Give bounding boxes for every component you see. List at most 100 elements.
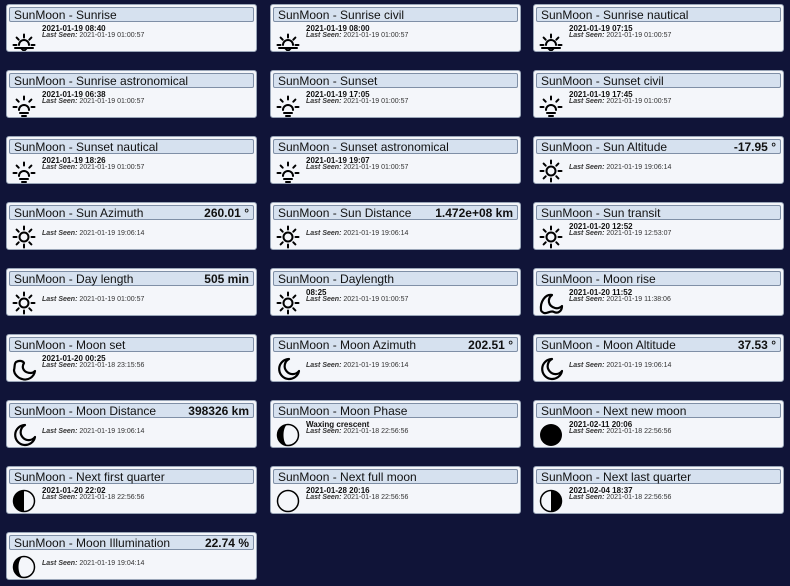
tile-header[interactable]: SunMoon - Sunrise nautical	[536, 7, 781, 22]
tile-header[interactable]: SunMoon - Sun transit	[536, 205, 781, 220]
last-seen: Last Seen: 2021-01-18 23:15:56	[42, 362, 144, 369]
tile-header[interactable]: SunMoon - Daylength	[273, 271, 518, 286]
moon-icon	[538, 356, 564, 381]
tile-header[interactable]: SunMoon - Moon rise	[536, 271, 781, 286]
tile-moon-distance[interactable]: SunMoon - Moon Distance 398326 km Last S…	[6, 400, 257, 448]
tile-header[interactable]: SunMoon - Next new moon	[536, 403, 781, 418]
last-seen-time: 2021-01-19 12:53:07	[606, 230, 672, 237]
tile-next-full-moon[interactable]: SunMoon - Next full moon 2021-01-28 20:1…	[270, 466, 521, 514]
tile-next-first-quarter[interactable]: SunMoon - Next first quarter 2021-01-20 …	[6, 466, 257, 514]
tile-moon-illumination[interactable]: SunMoon - Moon Illumination 22.74 % Last…	[6, 532, 257, 580]
tile-header[interactable]: SunMoon - Moon Azimuth 202.51 °	[273, 337, 518, 352]
tile-sun-azimuth[interactable]: SunMoon - Sun Azimuth 260.01 ° Last Seen…	[6, 202, 257, 250]
tile-header[interactable]: SunMoon - Sunset	[273, 73, 518, 88]
last-seen: Last Seen: 2021-01-19 12:53:07	[569, 230, 671, 237]
last-seen: Last Seen: 2021-01-19 01:00:57	[569, 32, 671, 39]
sun-icon	[275, 224, 301, 249]
tile-header[interactable]: SunMoon - Sunset astronomical	[273, 139, 518, 154]
tile-sunrise[interactable]: SunMoon - Sunrise 2021-01-19 08:40 Last …	[6, 4, 257, 52]
tile-title: SunMoon - Next last quarter	[541, 469, 692, 484]
last-seen-time: 2021-01-19 19:06:14	[606, 362, 672, 369]
tile-sunset[interactable]: SunMoon - Sunset 2021-01-19 17:05 Last S…	[270, 70, 521, 118]
tile-header[interactable]: SunMoon - Moon Illumination 22.74 %	[9, 535, 254, 550]
tile-title: SunMoon - Sun Distance	[278, 205, 412, 220]
sun-icon	[538, 158, 564, 183]
tile-sunrise-astronomical[interactable]: SunMoon - Sunrise astronomical 2021-01-1…	[6, 70, 257, 118]
tile-next-last-quarter[interactable]: SunMoon - Next last quarter 2021-02-04 1…	[533, 466, 784, 514]
last-seen: Last Seen: 2021-01-18 22:56:56	[569, 494, 671, 501]
tile-header[interactable]: SunMoon - Sunrise astronomical	[9, 73, 254, 88]
tile-moon-azimuth[interactable]: SunMoon - Moon Azimuth 202.51 ° Last See…	[270, 334, 521, 382]
moon-icon	[275, 356, 301, 381]
sun-icon	[275, 290, 301, 315]
tile-header[interactable]: SunMoon - Moon Distance 398326 km	[9, 403, 254, 418]
tile-sunrise-civil[interactable]: SunMoon - Sunrise civil 2021-01-19 08:00…	[270, 4, 521, 52]
tile-header[interactable]: SunMoon - Sunrise	[9, 7, 254, 22]
last-seen: Last Seen: 2021-01-19 01:00:57	[306, 164, 408, 171]
last-seen: Last Seen: 2021-01-19 01:00:57	[306, 296, 408, 303]
last-seen-label: Last Seen:	[42, 296, 78, 303]
tile-title: SunMoon - Moon Altitude	[541, 337, 676, 352]
tile-header[interactable]: SunMoon - Day length 505 min	[9, 271, 254, 286]
tile-sun-distance[interactable]: SunMoon - Sun Distance 1.472e+08 km Last…	[270, 202, 521, 250]
last-seen-label: Last Seen:	[569, 32, 605, 39]
tile-next-new-moon[interactable]: SunMoon - Next new moon 2021-02-11 20:06…	[533, 400, 784, 448]
last-seen-label: Last Seen:	[569, 296, 605, 303]
tile-title: SunMoon - Moon set	[14, 337, 126, 352]
waxing-crescent-icon	[275, 422, 301, 447]
new-moon-icon	[538, 422, 564, 447]
tile-header[interactable]: SunMoon - Next first quarter	[9, 469, 254, 484]
last-seen-time: 2021-01-19 01:00:57	[343, 98, 409, 105]
tile-moon-set[interactable]: SunMoon - Moon set 2021-01-20 00:25 Last…	[6, 334, 257, 382]
tile-title: SunMoon - Sun Altitude	[541, 139, 668, 154]
tile-header[interactable]: SunMoon - Moon set	[9, 337, 254, 352]
tile-header[interactable]: SunMoon - Sun Altitude -17.95 °	[536, 139, 781, 154]
tile-header[interactable]: SunMoon - Moon Phase	[273, 403, 518, 418]
last-seen-label: Last Seen:	[306, 164, 342, 171]
sunrise-icon	[11, 26, 37, 51]
tile-daylength[interactable]: SunMoon - Daylength 08:25 Last Seen: 202…	[270, 268, 521, 316]
tile-sunset-nautical[interactable]: SunMoon - Sunset nautical 2021-01-19 18:…	[6, 136, 257, 184]
full-moon-icon	[275, 488, 301, 513]
tile-header[interactable]: SunMoon - Next last quarter	[536, 469, 781, 484]
tile-sun-transit[interactable]: SunMoon - Sun transit 2021-01-20 12:52 L…	[533, 202, 784, 250]
tile-title: SunMoon - Moon rise	[541, 271, 656, 286]
tile-header[interactable]: SunMoon - Sun Azimuth 260.01 °	[9, 205, 254, 220]
last-seen: Last Seen: 2021-01-18 22:56:56	[306, 428, 408, 435]
last-seen-label: Last Seen:	[42, 428, 78, 435]
tile-header[interactable]: SunMoon - Sunrise civil	[273, 7, 518, 22]
sun-icon	[538, 224, 564, 249]
last-seen-time: 2021-01-19 01:00:57	[606, 98, 672, 105]
tile-title: SunMoon - Sunset	[278, 73, 378, 88]
last-seen-label: Last Seen:	[42, 362, 78, 369]
tile-moon-phase[interactable]: SunMoon - Moon Phase Waxing crescent Las…	[270, 400, 521, 448]
tile-header[interactable]: SunMoon - Moon Altitude 37.53 °	[536, 337, 781, 352]
last-seen-time: 2021-01-19 01:00:57	[79, 98, 145, 105]
sunset-icon	[11, 158, 37, 183]
tile-header[interactable]: SunMoon - Sun Distance 1.472e+08 km	[273, 205, 518, 220]
tile-title: SunMoon - Moon Distance	[14, 403, 157, 418]
last-seen-label: Last Seen:	[306, 494, 342, 501]
sunset-icon	[275, 92, 301, 117]
tile-day-length[interactable]: SunMoon - Day length 505 min Last Seen: …	[6, 268, 257, 316]
tile-sunset-civil[interactable]: SunMoon - Sunset civil 2021-01-19 17:45 …	[533, 70, 784, 118]
tile-title: SunMoon - Sunset civil	[541, 73, 664, 88]
last-quarter-icon	[538, 488, 564, 513]
tile-sunrise-nautical[interactable]: SunMoon - Sunrise nautical 2021-01-19 07…	[533, 4, 784, 52]
last-seen: Last Seen: 2021-01-18 22:56:56	[569, 428, 671, 435]
last-seen-label: Last Seen:	[569, 494, 605, 501]
last-seen: Last Seen: 2021-01-19 19:06:14	[306, 362, 408, 369]
tile-sunset-astronomical[interactable]: SunMoon - Sunset astronomical 2021-01-19…	[270, 136, 521, 184]
tile-header[interactable]: SunMoon - Next full moon	[273, 469, 518, 484]
tile-moon-rise[interactable]: SunMoon - Moon rise 2021-01-20 11:52 Las…	[533, 268, 784, 316]
tile-title: SunMoon - Sunrise	[14, 7, 117, 22]
last-seen-time: 2021-01-19 19:06:14	[606, 164, 672, 171]
last-seen-label: Last Seen:	[569, 362, 605, 369]
tile-header[interactable]: SunMoon - Sunset nautical	[9, 139, 254, 154]
tile-title: SunMoon - Sunset nautical	[14, 139, 159, 154]
tile-header[interactable]: SunMoon - Sunset civil	[536, 73, 781, 88]
tile-sun-altitude[interactable]: SunMoon - Sun Altitude -17.95 ° Last See…	[533, 136, 784, 184]
tile-title: SunMoon - Moon Azimuth	[278, 337, 417, 352]
tile-title: SunMoon - Day length	[14, 271, 134, 286]
tile-moon-altitude[interactable]: SunMoon - Moon Altitude 37.53 ° Last See…	[533, 334, 784, 382]
